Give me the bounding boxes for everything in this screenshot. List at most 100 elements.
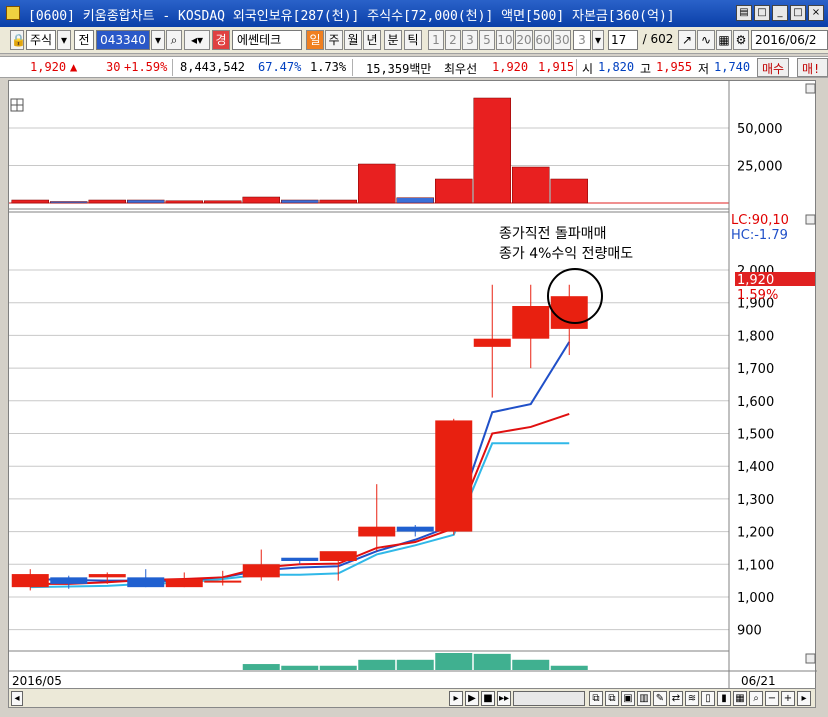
grid-icon[interactable]: ▦ <box>716 30 732 50</box>
code-input[interactable]: 043340 <box>96 30 150 50</box>
minimize-button[interactable]: _ <box>772 5 788 21</box>
period-month[interactable]: 월 <box>344 30 362 50</box>
sub-indicator-bar <box>512 659 550 670</box>
interval-2[interactable]: 2 <box>445 30 461 50</box>
turnover-rate: 1.73% <box>310 60 347 74</box>
tool-icon[interactable]: ✎ <box>653 691 667 706</box>
volume-bar <box>473 97 511 204</box>
buy-button[interactable]: 매수 <box>757 58 790 77</box>
interval-60[interactable]: 60 <box>534 30 552 50</box>
search-icon[interactable]: ⌕ <box>166 30 182 50</box>
interval-20[interactable]: 20 <box>515 30 533 50</box>
candle-body <box>88 574 126 578</box>
candle-body <box>127 577 165 588</box>
sub-indicator-bar <box>473 653 511 670</box>
candle-body <box>165 578 203 588</box>
toolbar: 🔒 주식 ▾ 전 043340 ▾ ⌕ ◂▾ 경 에쎈테크 일 주 월 년 분 … <box>0 27 828 54</box>
price-pane-close-icon[interactable] <box>805 214 816 225</box>
draw-icon[interactable]: ∿ <box>697 30 715 50</box>
zoom-in-icon[interactable]: + <box>781 691 795 706</box>
trade-value: 15,359백만 <box>366 62 432 76</box>
table-icon[interactable]: ▦ <box>733 691 747 706</box>
play-icon[interactable]: ▸ <box>449 691 463 706</box>
candle-body <box>512 306 550 339</box>
period-tick[interactable]: 틱 <box>404 30 422 50</box>
hc-label: HC:-1.79 <box>731 228 788 243</box>
pattern-icon[interactable]: ≋ <box>685 691 699 706</box>
count-total: / 602 <box>642 32 674 46</box>
layout-icon[interactable]: ▤ <box>736 5 752 21</box>
pane-close-icon[interactable] <box>805 83 816 94</box>
settings-icon[interactable]: ⚙ <box>733 30 749 50</box>
scroll-bar[interactable]: ◂ ▸ ▶ ■ ▸▸ ⧉ ⧉ ▣ ▥ ✎ ⇄ ≋ ▯ ▮ ▦ ⌕ − + ▸ <box>8 688 816 708</box>
zoom-out-icon[interactable]: − <box>765 691 779 706</box>
chart-area[interactable]: 50,000 25,000 2,000 1,900 1,800 1,700 1,600 1,… <box>8 80 817 691</box>
window-icon[interactable]: □ <box>754 5 770 21</box>
current-price: 1,920 <box>30 60 67 74</box>
price-tick-label: 1,500 <box>737 428 774 443</box>
period-day[interactable]: 일 <box>306 30 324 50</box>
volume-bar <box>512 166 550 204</box>
interval-5[interactable]: 5 <box>479 30 495 50</box>
paste-icon[interactable]: ⧉ <box>605 691 619 706</box>
play-fast-icon[interactable]: ▶ <box>465 691 479 706</box>
count-input[interactable]: 17 <box>608 30 638 50</box>
type-select[interactable]: 주식 <box>26 30 56 50</box>
price-tick-label: 1,100 <box>737 558 774 573</box>
candle-body <box>550 296 588 329</box>
sub-indicator-bar <box>319 665 357 670</box>
lc-label: LC:90,10 <box>731 213 789 228</box>
speaker-icon[interactable]: ◂▾ <box>184 30 210 50</box>
period-minute[interactable]: 분 <box>384 30 402 50</box>
zoom-slider[interactable] <box>513 691 585 706</box>
moving-average-line <box>30 442 570 589</box>
period-week[interactable]: 주 <box>325 30 343 50</box>
price-tick-label: 1,800 <box>737 329 774 344</box>
date-input[interactable]: 2016/06/2 <box>751 30 828 50</box>
window-title: [0600] 키움종합차트 - KOSDAQ 외국인보유[287(천)] 주식수… <box>28 9 675 24</box>
candle-body <box>50 577 88 584</box>
interval-3[interactable]: 3 <box>462 30 478 50</box>
scroll-right-icon[interactable]: ▸ <box>797 691 811 706</box>
app-icon <box>6 6 20 20</box>
open-price: 1,820 <box>598 60 635 74</box>
chart-icon[interactable]: ▥ <box>637 691 651 706</box>
stop-icon[interactable]: ■ <box>481 691 495 706</box>
bar-icon[interactable]: ▯ <box>701 691 715 706</box>
candle-body <box>242 564 280 578</box>
sub-indicator-bar <box>550 665 588 670</box>
candlesticks <box>11 284 588 591</box>
interval-dropdown-icon[interactable]: ▾ <box>592 30 604 50</box>
zoom-icon[interactable]: ⌕ <box>749 691 763 706</box>
sub-indicator-bar <box>396 659 434 670</box>
maximize-button[interactable]: □ <box>790 5 806 21</box>
code-dropdown-icon[interactable]: ▾ <box>151 30 165 50</box>
sub-indicator-bar <box>358 659 396 670</box>
annotation-line-1: 종가직전 돌파매매 <box>499 226 607 242</box>
pointer-icon[interactable]: ↗ <box>678 30 696 50</box>
period-year[interactable]: 년 <box>363 30 381 50</box>
forward-icon[interactable]: ▸▸ <box>497 691 511 706</box>
copy-icon[interactable]: ⧉ <box>589 691 603 706</box>
close-button[interactable]: × <box>808 5 824 21</box>
sub-pane-close-icon[interactable] <box>805 653 816 664</box>
sell-button[interactable]: 매! <box>797 58 828 77</box>
scroll-left-icon[interactable]: ◂ <box>11 691 23 706</box>
volume-bar <box>50 201 88 204</box>
volume-axis: 50,000 25,000 <box>737 122 783 175</box>
volume-ratio: 67.47% <box>258 60 302 74</box>
image-icon[interactable]: ▣ <box>621 691 635 706</box>
last-price-label: 1,920 <box>737 273 774 288</box>
interval-custom[interactable]: 3 <box>573 30 591 50</box>
interval-30[interactable]: 30 <box>553 30 571 50</box>
candle-icon[interactable]: ▮ <box>717 691 731 706</box>
lock-icon[interactable]: 🔒 <box>10 30 26 50</box>
price-tick-label: 1,000 <box>737 591 774 606</box>
type-dropdown-icon[interactable]: ▾ <box>57 30 71 50</box>
interval-10[interactable]: 10 <box>496 30 514 50</box>
interval-1[interactable]: 1 <box>428 30 444 50</box>
compare-icon[interactable]: ⇄ <box>669 691 683 706</box>
candle-body <box>396 526 434 532</box>
window-controls: ▤ □ _ □ × <box>736 5 824 21</box>
sub-indicator-bars <box>242 653 588 670</box>
